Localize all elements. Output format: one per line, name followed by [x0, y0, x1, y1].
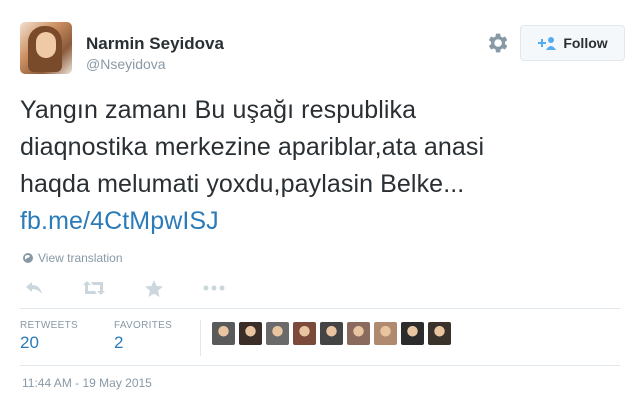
favoriter-avatar[interactable] [293, 322, 316, 345]
more-icon[interactable] [202, 278, 226, 298]
view-translation-link[interactable]: View translation [22, 251, 123, 265]
tweet-line: haqda melumati yoxdu,paylasin Belke... [20, 170, 465, 198]
gear-icon[interactable] [484, 30, 510, 56]
tweet-timestamp[interactable]: 11:44 AM - 19 May 2015 [22, 376, 152, 390]
tweet-text: Yangın zamanı Bu uşağı respublika diaqno… [20, 92, 630, 240]
favorites-label: FAVORITES [113, 320, 173, 331]
divider [20, 308, 620, 309]
divider [20, 365, 620, 366]
favoriter-avatar[interactable] [401, 322, 424, 345]
retweets-count: 20 [20, 333, 39, 352]
follow-label: Follow [563, 35, 608, 51]
favoriter-avatar[interactable] [374, 322, 397, 345]
favoriter-avatar[interactable] [239, 322, 262, 345]
tweet-actions [22, 278, 262, 298]
favorites-stat[interactable]: FAVORITES 2 [114, 320, 172, 353]
favoriter-avatar[interactable] [266, 322, 289, 345]
reply-icon[interactable] [22, 278, 46, 298]
favoriter-avatar[interactable] [320, 322, 343, 345]
favoriter-avatar[interactable] [212, 322, 235, 345]
retweet-icon[interactable] [82, 278, 106, 298]
favoriter-avatar[interactable] [347, 322, 370, 345]
favoriter-avatars [212, 322, 451, 345]
favorites-count: 2 [113, 333, 124, 352]
author-handle[interactable]: @Nseyidova [86, 56, 166, 72]
favorite-star-icon[interactable] [142, 278, 166, 298]
add-user-icon [538, 37, 557, 50]
author-name[interactable]: Narmin Seyidova [86, 34, 224, 54]
avatar-face [36, 32, 56, 58]
author-avatar[interactable] [20, 22, 72, 74]
retweets-label: RETWEETS [20, 320, 78, 331]
tweet-line: Yangın zamanı Bu uşağı respublika [20, 96, 417, 124]
globe-icon [23, 253, 33, 263]
retweets-stat[interactable]: RETWEETS 20 [20, 320, 78, 353]
follow-button[interactable]: Follow [520, 25, 625, 61]
view-translation-label: View translation [38, 251, 123, 265]
tweet-link[interactable]: fb.me/4CtMpwISJ [20, 203, 630, 240]
tweet-line: diaqnostika merkezine apariblar,ata anas… [20, 133, 485, 161]
stats-separator [200, 320, 201, 356]
favoriter-avatar[interactable] [428, 322, 451, 345]
tweet-stats: RETWEETS 20 FAVORITES 2 [20, 320, 208, 353]
